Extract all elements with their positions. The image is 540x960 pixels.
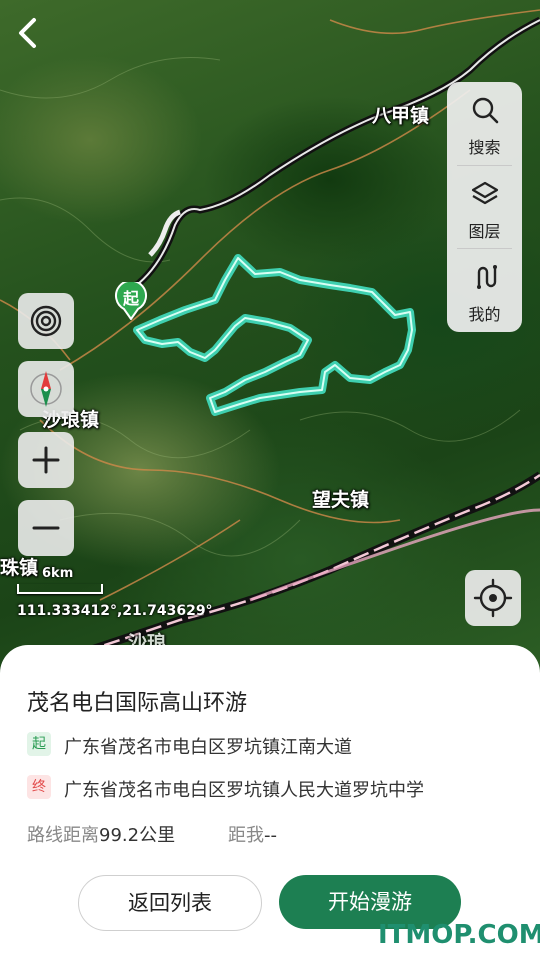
zoom-in-button[interactable] [18,432,74,488]
end-tag: 终 [27,775,51,799]
route-icon [477,265,497,289]
crosshair-icon [473,578,513,618]
my-routes-button[interactable]: 我的 [447,249,522,331]
place-label: 八甲镇 [372,105,430,127]
back-to-list-button[interactable]: 返回列表 [78,875,262,931]
route-title: 茂名电白国际高山环游 [27,691,248,716]
target-circles-icon [30,305,62,337]
layers-icon [471,181,499,205]
zoom-out-button[interactable] [18,500,74,556]
scale-bar [17,584,103,594]
satellite-map[interactable]: 八甲镇 沙琅镇 望夫镇 珠镇 沙琅 起 搜索 图层 我的 6km 111.333… [0,0,540,680]
chevron-left-icon [19,18,36,48]
distance-from-me: 距我-- [228,821,277,847]
mine-label: 我的 [468,305,501,324]
place-label: 望夫镇 [312,489,370,511]
route-distance: 路线距离99.2公里 [27,821,175,847]
distance-label: 路线距离 [27,825,99,846]
map-style-button[interactable] [18,293,74,349]
back-button[interactable] [14,14,44,52]
layers-label: 图层 [468,222,501,241]
map-coordinates: 111.333412°,21.743629° [17,603,213,619]
watermark: ITMOP.COM [378,920,540,950]
compass-icon [30,371,62,407]
minus-icon [32,526,60,530]
route-detail-sheet: 茂名电白国际高山环游 起 广东省茂名市电白区罗坑镇江南大道 终 广东省茂名市电白… [0,645,540,960]
start-address: 广东省茂名市电白区罗坑镇江南大道 [64,737,352,758]
locate-button[interactable] [465,570,521,626]
search-button[interactable]: 搜索 [447,82,522,164]
place-label: 珠镇 [0,557,39,579]
search-icon [472,97,499,124]
distance-value: 99.2公里 [99,825,176,846]
route-start-marker[interactable]: 起 [114,279,148,321]
start-marker-label: 起 [122,289,139,308]
from-me-label: 距我 [228,825,264,846]
compass-button[interactable] [18,361,74,417]
from-me-value: -- [264,825,277,846]
search-label: 搜索 [468,138,501,157]
scale-label: 6km [42,566,74,581]
map-tool-panel: 搜索 图层 我的 [447,82,522,332]
end-address: 广东省茂名市电白区罗坑镇人民大道罗坑中学 [64,780,424,801]
plus-icon [32,446,60,474]
start-tag: 起 [27,732,51,756]
layers-button[interactable]: 图层 [447,166,522,248]
